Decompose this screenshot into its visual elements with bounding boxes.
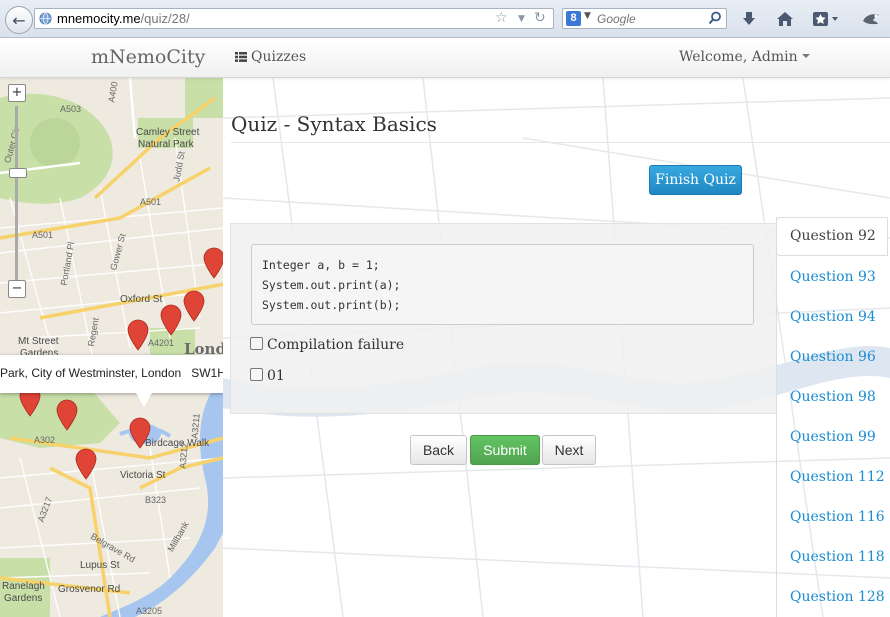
label-a3217: A3217 bbox=[36, 496, 54, 524]
download-icon[interactable] bbox=[739, 9, 759, 29]
zoom-out-button[interactable]: − bbox=[8, 280, 26, 298]
url-text: mnemocity.me/quiz/28/ bbox=[57, 11, 190, 26]
code-line: System.out.print(b); bbox=[262, 298, 401, 312]
back-arrow-icon[interactable]: ← bbox=[5, 6, 33, 34]
label-judd-st: Judd St bbox=[171, 150, 186, 182]
option-label: 01 bbox=[267, 368, 285, 384]
url-dropdown-icon[interactable]: ▼ bbox=[518, 14, 525, 24]
label-birdcage-walk: Birdcage Walk bbox=[145, 438, 210, 449]
zoom-in-button[interactable]: + bbox=[8, 84, 26, 102]
home-icon[interactable] bbox=[775, 9, 795, 29]
label-lupus-st: Lupus St bbox=[80, 560, 120, 571]
code-line: System.out.print(a); bbox=[262, 278, 401, 292]
question-item[interactable]: Question 118 bbox=[777, 537, 887, 577]
option-checkbox[interactable] bbox=[250, 368, 263, 381]
reload-icon[interactable]: ↻ bbox=[534, 10, 546, 26]
info-postcode: SW1H bbox=[191, 366, 223, 380]
label-a501: A501 bbox=[140, 197, 161, 207]
nav-quizzes-link[interactable]: Quizzes bbox=[235, 49, 306, 65]
question-item[interactable]: Question 93 bbox=[777, 257, 887, 297]
inner-circle-park bbox=[30, 118, 80, 168]
zoom-slider-thumb[interactable] bbox=[9, 168, 27, 178]
label-a3205: A3205 bbox=[136, 606, 162, 616]
question-item[interactable]: Question 92 bbox=[776, 217, 888, 256]
browser-toolbar: ← mnemocity.me/quiz/28/ ☆ ▼ ↻ 8 ▼ Google bbox=[0, 0, 890, 38]
zoom-slider-track[interactable] bbox=[15, 106, 18, 284]
question-item[interactable]: Question 94 bbox=[777, 297, 887, 337]
globe-icon bbox=[39, 12, 52, 25]
map-info-window: Park, City of Westminster, London SW1H bbox=[0, 355, 223, 393]
map-marker bbox=[183, 290, 205, 322]
map-marker bbox=[203, 247, 223, 279]
option-label: Compilation failure bbox=[267, 337, 405, 353]
back-button[interactable]: Back bbox=[410, 435, 467, 465]
label-mt-street: Mt Street bbox=[18, 336, 59, 347]
user-menu-dropdown[interactable]: Welcome, Admin bbox=[679, 49, 810, 65]
option-compilation-failure[interactable]: Compilation failure bbox=[250, 337, 404, 353]
finish-quiz-button[interactable]: Finish Quiz bbox=[649, 165, 742, 195]
extension-icon[interactable] bbox=[859, 9, 883, 29]
question-item[interactable]: Question 98 bbox=[777, 377, 887, 417]
label-b323: B323 bbox=[145, 495, 166, 505]
label-gower-st: Gower St bbox=[108, 232, 127, 271]
label-ranelagh: Ranelagh bbox=[2, 581, 45, 592]
page-title: Quiz - Syntax Basics bbox=[231, 112, 437, 136]
google-logo-icon: 8 bbox=[566, 11, 581, 26]
label-a503: A503 bbox=[60, 104, 81, 114]
title-divider bbox=[231, 142, 890, 143]
caret-down-icon bbox=[801, 54, 810, 58]
info-city: London bbox=[141, 366, 182, 380]
label-a400: A400 bbox=[106, 81, 120, 103]
bookmark-star-icon[interactable]: ☆ bbox=[495, 10, 508, 26]
address-bar[interactable]: mnemocity.me/quiz/28/ ☆ ▼ ↻ bbox=[34, 8, 554, 29]
question-item[interactable]: Question 112 bbox=[777, 457, 887, 497]
map-zoom-control[interactable]: + − bbox=[8, 84, 27, 304]
site-navbar: mNemoCity Quizzes Welcome, Admin bbox=[0, 38, 890, 78]
map-marker bbox=[127, 319, 149, 351]
nav-quizzes-label: Quizzes bbox=[251, 49, 307, 65]
code-line: Integer a, b = 1; bbox=[262, 258, 380, 272]
label-millbank: Millbank bbox=[166, 519, 191, 553]
question-item[interactable]: Question 116 bbox=[777, 497, 887, 537]
quiz-content: Quiz - Syntax Basics Finish Quiz Integer… bbox=[223, 78, 890, 617]
label-ranelagh-gardens: Gardens bbox=[4, 593, 42, 604]
info-window-tail bbox=[136, 393, 152, 407]
info-address: Park, City of Westminster, bbox=[0, 366, 142, 380]
label-oxford-st: Oxford St bbox=[120, 294, 162, 305]
question-item[interactable]: Question 96 bbox=[777, 337, 887, 377]
search-bar[interactable]: 8 ▼ Google bbox=[562, 8, 727, 29]
option-checkbox[interactable] bbox=[250, 337, 263, 350]
label-a3211: A3211 bbox=[190, 413, 202, 439]
search-icon[interactable] bbox=[708, 11, 722, 25]
question-item[interactable]: Question 128 bbox=[777, 577, 887, 617]
search-placeholder: Google bbox=[597, 12, 636, 26]
label-a302: A302 bbox=[34, 435, 55, 445]
brand-logo[interactable]: mNemoCity bbox=[91, 46, 205, 68]
label-regent: Regent bbox=[86, 316, 101, 347]
code-snippet: Integer a, b = 1; System.out.print(a); S… bbox=[251, 244, 754, 325]
label-grosvenor-rd: Grosvenor Rd bbox=[58, 584, 120, 595]
list-icon bbox=[235, 52, 247, 62]
submit-button[interactable]: Submit bbox=[470, 435, 540, 465]
question-list: Question 92 Question 93 Question 94 Ques… bbox=[776, 217, 890, 617]
label-camley: Camley Street bbox=[136, 127, 200, 138]
label-natural-park: Natural Park bbox=[138, 139, 195, 150]
bookmarks-menu-icon[interactable] bbox=[811, 9, 839, 29]
question-item[interactable]: Question 99 bbox=[777, 417, 887, 457]
search-engine-dropdown-icon[interactable]: ▼ bbox=[584, 11, 591, 21]
next-button[interactable]: Next bbox=[542, 435, 596, 465]
map-canvas[interactable]: Camley Street Natural Park Oxford St Mt … bbox=[0, 78, 223, 617]
label-a501-west: A501 bbox=[32, 230, 53, 240]
label-a4201: A4201 bbox=[148, 338, 174, 348]
option-01[interactable]: 01 bbox=[250, 368, 285, 384]
welcome-label: Welcome, Admin bbox=[679, 49, 798, 65]
park-top-right bbox=[185, 78, 223, 118]
map-panel[interactable]: Camley Street Natural Park Oxford St Mt … bbox=[0, 78, 223, 617]
label-victoria-st: Victoria St bbox=[120, 470, 166, 481]
